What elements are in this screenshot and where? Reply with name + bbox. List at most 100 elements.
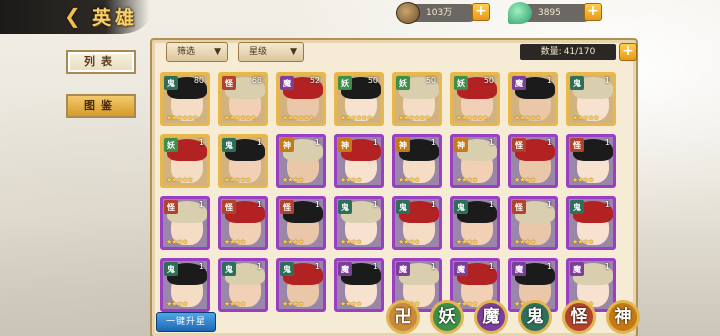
star-rating: ★★★★ [166, 238, 188, 246]
hero-card[interactable]: 魔 1 ★★★★★ [508, 72, 558, 126]
hero-card[interactable]: 怪 1 ★★★★ [508, 134, 558, 188]
faction-badge: 鬼 [396, 200, 410, 214]
star-rating: ★★★★★ [572, 114, 599, 122]
hero-level: 1 [372, 138, 378, 147]
hero-card[interactable]: 妖 50 ★★★★★★ [392, 72, 442, 126]
hero-card[interactable]: 怪 1 ★★★★ [160, 196, 210, 250]
hero-card[interactable]: 怪 1 ★★★★ [276, 196, 326, 250]
hero-level: 1 [546, 138, 552, 147]
hero-level: 50 [483, 76, 494, 85]
faction-badge: 怪 [512, 200, 526, 214]
hero-level: 50 [425, 76, 436, 85]
faction-filter-button[interactable]: 妖 [430, 300, 464, 334]
hero-card[interactable]: 怪 1 ★★★★ [566, 134, 616, 188]
star-rating: ★★★★★ [514, 114, 541, 122]
filter-label: 筛选 [177, 47, 196, 57]
add-jade-button[interactable]: + [584, 3, 602, 21]
hero-level: 1 [604, 200, 610, 209]
jade-counter: 3895 [508, 2, 592, 24]
faction-filter-button[interactable]: 鬼 [518, 300, 552, 334]
hero-card[interactable]: 鬼 1 ★★★★★ [566, 72, 616, 126]
hero-card[interactable]: 鬼 1 ★★★★ [160, 258, 210, 312]
star-rating: ★★★★★★ [224, 114, 257, 122]
hero-level: 1 [314, 262, 320, 271]
filter-dropdown[interactable]: 筛选 ▼ [166, 42, 228, 62]
faction-badge: 怪 [570, 138, 584, 152]
hero-card[interactable]: 魔 52 ★★★★★★ [276, 72, 326, 126]
star-rating: ★★★★ [340, 176, 362, 184]
one-click-upgrade-button[interactable]: 一键升星 [156, 312, 216, 332]
hero-level: 1 [372, 262, 378, 271]
hero-level: 1 [256, 262, 262, 271]
hero-card[interactable]: 鬼 1 ★★★★ [450, 196, 500, 250]
hero-card[interactable]: 鬼 80 ★★★★★★ [160, 72, 210, 126]
back-arrow-icon[interactable]: ❮ [64, 5, 86, 27]
faction-badge: 鬼 [570, 76, 584, 90]
expand-capacity-button[interactable]: + [619, 43, 637, 61]
hero-card[interactable]: 鬼 1 ★★★★ [334, 196, 384, 250]
hero-level: 1 [488, 138, 494, 147]
hero-level: 1 [604, 138, 610, 147]
faction-badge: 魔 [512, 76, 526, 90]
jade-value: 3895 [538, 8, 561, 18]
faction-badge: 魔 [396, 262, 410, 276]
faction-badge: 魔 [512, 262, 526, 276]
page-title: 英雄 [92, 7, 139, 29]
hero-card[interactable]: 魔 1 ★★★★ [334, 258, 384, 312]
hero-card[interactable]: 怪 1 ★★★★ [508, 196, 558, 250]
hero-card[interactable]: 神 1 ★★★★ [450, 134, 500, 188]
hero-level: 1 [198, 200, 204, 209]
hero-card[interactable]: 鬼 1 ★★★★★ [218, 134, 268, 188]
hero-level: 1 [430, 138, 436, 147]
hero-card[interactable]: 鬼 1 ★★★★ [276, 258, 326, 312]
hero-card[interactable]: 妖 50 ★★★★★★ [334, 72, 384, 126]
tab-list[interactable]: 列表 [66, 50, 136, 74]
faction-filter-button[interactable]: 神 [606, 300, 640, 334]
hero-card[interactable]: 神 1 ★★★★ [392, 134, 442, 188]
faction-badge: 鬼 [454, 200, 468, 214]
hero-level: 1 [604, 76, 610, 85]
hero-level: 1 [430, 200, 436, 209]
faction-badge: 怪 [280, 200, 294, 214]
hero-level: 80 [193, 76, 204, 85]
hero-card[interactable]: 神 1 ★★★★ [276, 134, 326, 188]
star-rating: ★★★★ [514, 176, 536, 184]
hero-card[interactable]: 神 1 ★★★★ [334, 134, 384, 188]
hero-count: 数量: 41/170 [520, 44, 616, 60]
faction-badge: 妖 [454, 76, 468, 90]
star-rating: ★★★★★★ [398, 114, 431, 122]
top-bar: ❮ 英雄 103万 + 3895 + [0, 0, 720, 34]
hero-card[interactable]: 鬼 1 ★★★★ [218, 258, 268, 312]
hero-level: 1 [546, 262, 552, 271]
coin-counter: 103万 [396, 2, 478, 24]
star-rating: ★★★★ [282, 176, 304, 184]
hero-level: 1 [604, 262, 610, 271]
faction-filter-button[interactable]: 怪 [562, 300, 596, 334]
faction-filter-button[interactable]: 卍 [386, 300, 420, 334]
faction-filter-button[interactable]: 魔 [474, 300, 508, 334]
hero-card[interactable]: 怪 1 ★★★★ [218, 196, 268, 250]
star-rating: ★★★★ [398, 238, 420, 246]
hero-card[interactable]: 妖 50 ★★★★★★ [450, 72, 500, 126]
star-label: 星级 [249, 47, 268, 57]
tab-guide[interactable]: 图鉴 [66, 94, 136, 118]
faction-badge: 怪 [512, 138, 526, 152]
star-rating: ★★★★ [572, 238, 594, 246]
star-dropdown[interactable]: 星级 ▼ [238, 42, 304, 62]
hero-level: 1 [256, 200, 262, 209]
hero-level: 68 [251, 76, 262, 85]
faction-badge: 神 [454, 138, 468, 152]
add-coin-button[interactable]: + [472, 3, 490, 21]
count-value: 41/170 [563, 47, 596, 57]
faction-badge: 鬼 [164, 262, 178, 276]
star-rating: ★★★★★★ [166, 114, 199, 122]
faction-badge: 怪 [164, 200, 178, 214]
hero-card[interactable]: 鬼 1 ★★★★ [392, 196, 442, 250]
hero-level: 1 [314, 200, 320, 209]
hero-card[interactable]: 怪 68 ★★★★★★ [218, 72, 268, 126]
star-rating: ★★★★★ [166, 176, 193, 184]
hero-card[interactable]: 妖 1 ★★★★★ [160, 134, 210, 188]
hero-card[interactable]: 鬼 1 ★★★★ [566, 196, 616, 250]
star-rating: ★★★★ [224, 238, 246, 246]
faction-badge: 神 [338, 138, 352, 152]
